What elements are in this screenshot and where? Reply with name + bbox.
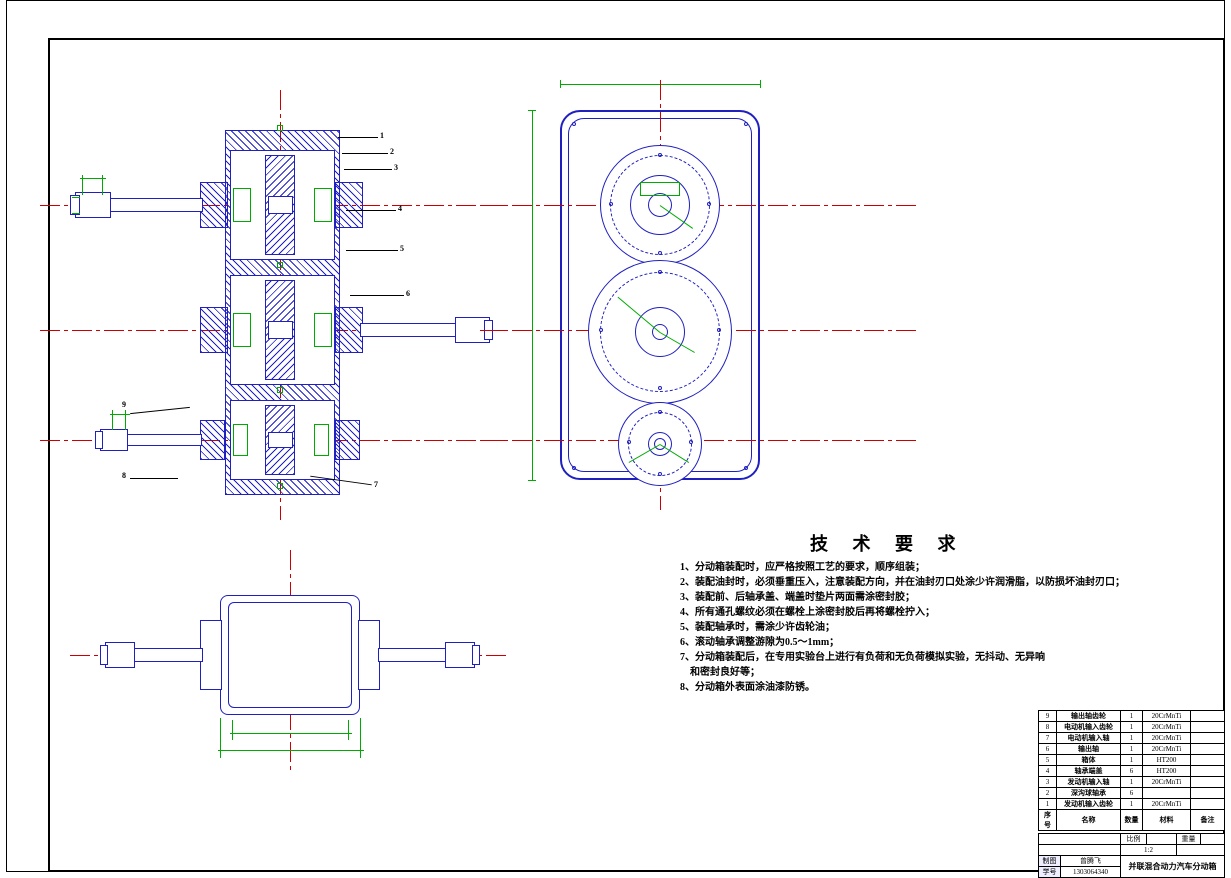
balloon-6: 6 <box>406 289 410 298</box>
tech-line: 和密封良好等； <box>680 665 1125 680</box>
bom-hdr-mat: 材料 <box>1143 810 1191 831</box>
title-block: 比例 重量 1:2 制图 曾腾飞 并联混合动力汽车分动箱 学号 13030643… <box>1038 833 1225 878</box>
bom-hdr-n: 序号 <box>1039 810 1057 831</box>
bom-cell: 1 <box>1039 799 1057 810</box>
bom-cell: 8 <box>1039 722 1057 733</box>
bom-cell: 7 <box>1039 733 1057 744</box>
bom-cell: 输出轴齿轮 <box>1057 711 1121 722</box>
balloon-5: 5 <box>400 244 404 253</box>
design-label: 制图 <box>1039 856 1061 867</box>
bom-cell: 3 <box>1039 777 1057 788</box>
mass-value <box>1201 834 1225 845</box>
bom-cell <box>1191 788 1225 799</box>
bom-cell: 1 <box>1121 777 1143 788</box>
bom-cell <box>1191 711 1225 722</box>
tech-req-title: 技 术 要 求 <box>810 530 966 556</box>
bom-cell: 轴承端盖 <box>1057 766 1121 777</box>
bom-cell: 5 <box>1039 755 1057 766</box>
num-value: 1303064340 <box>1061 867 1121 878</box>
bom-cell: 4 <box>1039 766 1057 777</box>
balloon-9: 9 <box>122 400 126 409</box>
bom-cell: HT200 <box>1143 766 1191 777</box>
bom-cell: 20CrMnTi <box>1143 733 1191 744</box>
bom-cell: 1 <box>1121 733 1143 744</box>
bom-hdr-note: 备注 <box>1191 810 1225 831</box>
bom-cell: 1 <box>1121 711 1143 722</box>
bom-cell: 1 <box>1121 744 1143 755</box>
bom-cell <box>1191 744 1225 755</box>
bom-cell: 1 <box>1121 799 1143 810</box>
section-view <box>70 120 490 500</box>
bom-cell: 1 <box>1121 755 1143 766</box>
drawing-title: 并联混合动力汽车分动箱 <box>1121 856 1225 878</box>
bom-cell: HT200 <box>1143 755 1191 766</box>
tech-line: 6、滚动轴承调整游隙为0.5～1mm； <box>680 635 1125 650</box>
scale-label: 比例 <box>1121 834 1147 845</box>
tech-line: 4、所有通孔螺纹必须在螺栓上涂密封胶后再将螺栓拧入； <box>680 605 1125 620</box>
bom-cell: 9 <box>1039 711 1057 722</box>
bom-cell: 20CrMnTi <box>1143 722 1191 733</box>
bom-cell <box>1191 722 1225 733</box>
balloon-2: 2 <box>390 147 394 156</box>
num-label: 学号 <box>1039 867 1061 878</box>
bom-cell: 20CrMnTi <box>1143 744 1191 755</box>
bom-cell: 6 <box>1039 744 1057 755</box>
tech-line: 2、装配油封时，必须垂重压入，注意装配方向，并在油封刃口处涂少许润滑脂，以防损坏… <box>680 575 1125 590</box>
bom-cell: 6 <box>1121 788 1143 799</box>
bom-cell: 20CrMnTi <box>1143 799 1191 810</box>
bom-cell: 6 <box>1121 766 1143 777</box>
bom-cell: 发动机输入齿轮 <box>1057 799 1121 810</box>
bom-hdr-name: 名称 <box>1057 810 1121 831</box>
balloon-7: 7 <box>374 480 378 489</box>
bom-cell: 箱体 <box>1057 755 1121 766</box>
tech-req-body: 1、分动箱装配时，应严格按照工艺的要求，顺序组装； 2、装配油封时，必须垂重压入… <box>680 560 1125 695</box>
bom-cell <box>1191 755 1225 766</box>
balloon-8: 8 <box>122 471 126 480</box>
balloon-4: 4 <box>398 204 402 213</box>
balloon-3: 3 <box>394 163 398 172</box>
tech-line: 7、分动箱装配后，在专用实验台上进行有负荷和无负荷模拟实验，无抖动、无异响 <box>680 650 1125 665</box>
tech-line: 1、分动箱装配时，应严格按照工艺的要求，顺序组装； <box>680 560 1125 575</box>
tech-line: 3、装配前、后轴承盖、端盖时垫片两面需涂密封胶； <box>680 590 1125 605</box>
bom-cell: 电动机输入轴 <box>1057 733 1121 744</box>
designer: 曾腾飞 <box>1061 856 1121 867</box>
tech-line: 8、分动箱外表面涂油漆防锈。 <box>680 680 1125 695</box>
bom-cell: 深沟球轴承 <box>1057 788 1121 799</box>
bom-cell <box>1191 733 1225 744</box>
bom-cell: 20CrMnTi <box>1143 711 1191 722</box>
tech-line: 5、装配轴承时，需涂少许齿轮油； <box>680 620 1125 635</box>
bom-cell: 电动机输入齿轮 <box>1057 722 1121 733</box>
bom-cell: 发动机输入轴 <box>1057 777 1121 788</box>
bom-cell <box>1143 788 1191 799</box>
bom-cell <box>1191 766 1225 777</box>
mass-label: 重量 <box>1177 834 1201 845</box>
bom-hdr-qty: 数量 <box>1121 810 1143 831</box>
bom-cell <box>1191 777 1225 788</box>
bottom-view <box>100 560 480 760</box>
bom-cell: 2 <box>1039 788 1057 799</box>
balloon-1: 1 <box>380 131 384 140</box>
bom-cell: 1 <box>1121 722 1143 733</box>
bom-table: 9输出轴齿轮120CrMnTi8电动机输入齿轮120CrMnTi7电动机输入轴1… <box>1038 710 1225 831</box>
front-view <box>540 90 820 510</box>
bom-cell <box>1191 799 1225 810</box>
bom-cell: 输出轴 <box>1057 744 1121 755</box>
scale-value: 1:2 <box>1121 845 1177 856</box>
bom-cell: 20CrMnTi <box>1143 777 1191 788</box>
